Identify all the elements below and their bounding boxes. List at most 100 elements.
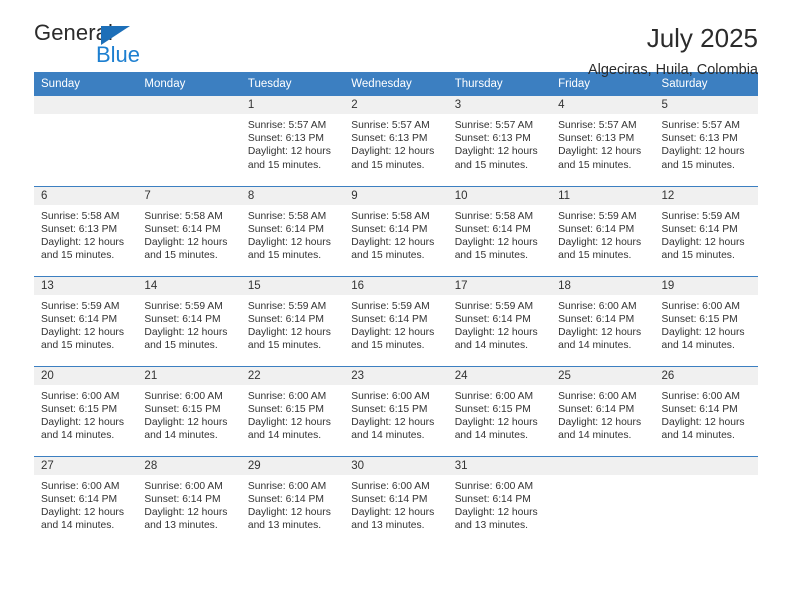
calendar-day-cell[interactable]: 8 Sunrise: 5:58 AM Sunset: 6:14 PM Daylight… xyxy=(240,185,345,276)
sunrise-text: Sunrise: 5:58 AM xyxy=(41,210,120,222)
day-details: Sunrise: 6:00 AM Sunset: 6:14 PM Daylight:… xyxy=(344,475,447,533)
daylight-text: Daylight: 12 hours xyxy=(661,416,745,428)
weekday-header-tuesday: Tuesday xyxy=(240,72,345,96)
sunrise-text: Sunrise: 6:00 AM xyxy=(41,390,120,402)
general-blue-logo: General Blue xyxy=(34,22,214,72)
daylight-text: Daylight: 12 hours xyxy=(558,416,642,428)
daylight-text: Daylight: 12 hours xyxy=(558,236,642,248)
calendar-day-cell[interactable]: 26 Sunrise: 6:00 AM Sunset: 6:14 PM Dayligh… xyxy=(654,365,758,456)
calendar-day-cell[interactable]: 20 Sunrise: 6:00 AM Sunset: 6:15 PM Dayligh… xyxy=(34,365,138,456)
day-details: Sunrise: 5:59 AM Sunset: 6:14 PM Daylight:… xyxy=(344,295,447,353)
calendar-day-cell[interactable]: 11 Sunrise: 5:59 AM Sunset: 6:14 PM Dayligh… xyxy=(551,185,655,276)
calendar-day-cell[interactable]: 14 Sunrise: 5:59 AM Sunset: 6:14 PM Dayligh… xyxy=(137,275,241,366)
calendar-day-cell[interactable]: 16 Sunrise: 5:59 AM Sunset: 6:14 PM Dayligh… xyxy=(344,275,448,366)
calendar-day-cell[interactable]: 4 Sunrise: 5:57 AM Sunset: 6:13 PM Daylight… xyxy=(551,96,655,186)
daylight-text: and 15 minutes. xyxy=(41,250,115,262)
sunset-text: Sunset: 6:14 PM xyxy=(41,493,118,505)
calendar-day-cell[interactable]: 19 Sunrise: 6:00 AM Sunset: 6:15 PM Dayligh… xyxy=(654,275,758,366)
daylight-text: and 15 minutes. xyxy=(247,340,322,352)
day-details: Sunrise: 6:00 AM Sunset: 6:15 PM Daylight:… xyxy=(34,385,137,443)
calendar-day-cell[interactable]: 2 Sunrise: 5:57 AM Sunset: 6:13 PM Daylight… xyxy=(344,96,448,186)
day-number: 25 xyxy=(551,366,655,385)
daylight-text: and 15 minutes. xyxy=(558,159,632,171)
day-number: 29 xyxy=(240,456,345,475)
daylight-text: and 15 minutes. xyxy=(41,340,115,352)
sunset-text: Sunset: 6:13 PM xyxy=(454,133,531,145)
day-details: Sunrise: 6:00 AM Sunset: 6:15 PM Daylight:… xyxy=(344,385,447,443)
day-details: Sunrise: 6:00 AM Sunset: 6:14 PM Daylight:… xyxy=(551,295,654,353)
daylight-text: Daylight: 12 hours xyxy=(351,236,435,248)
day-number: 1 xyxy=(240,96,345,114)
calendar-day-cell[interactable]: 3 Sunrise: 5:57 AM Sunset: 6:13 PM Daylight… xyxy=(447,96,552,186)
day-number: 12 xyxy=(654,186,758,205)
daylight-text: Daylight: 12 hours xyxy=(661,236,745,248)
day-details: Sunrise: 5:57 AM Sunset: 6:13 PM Daylight:… xyxy=(655,114,758,172)
calendar-day-cell[interactable]: 18 Sunrise: 6:00 AM Sunset: 6:14 PM Dayligh… xyxy=(551,275,655,366)
calendar-day-cell[interactable]: 25 Sunrise: 6:00 AM Sunset: 6:14 PM Dayligh… xyxy=(551,365,655,456)
calendar-week-row: 27 Sunrise: 6:00 AM Sunset: 6:14 PM Dayligh… xyxy=(34,455,758,546)
calendar-day-cell[interactable]: 29 Sunrise: 6:00 AM Sunset: 6:14 PM Dayligh… xyxy=(240,455,345,546)
sunrise-text: Sunrise: 6:00 AM xyxy=(351,480,430,492)
calendar-day-cell[interactable]: 13 Sunrise: 5:59 AM Sunset: 6:14 PM Dayligh… xyxy=(34,275,138,366)
daylight-text: and 14 minutes. xyxy=(558,340,632,352)
calendar-day-cell[interactable]: 10 Sunrise: 5:58 AM Sunset: 6:14 PM Dayligh… xyxy=(447,185,552,276)
day-number: 28 xyxy=(137,456,241,475)
day-details: Sunrise: 5:59 AM Sunset: 6:14 PM Daylight:… xyxy=(551,205,654,263)
day-details: Sunrise: 6:00 AM Sunset: 6:15 PM Daylight:… xyxy=(448,385,551,443)
day-details: Sunrise: 5:57 AM Sunset: 6:13 PM Daylight:… xyxy=(241,114,344,172)
daylight-text: and 15 minutes. xyxy=(144,340,218,352)
calendar-day-cell[interactable]: 6 Sunrise: 5:58 AM Sunset: 6:13 PM Daylight… xyxy=(34,185,138,276)
daylight-text: and 14 minutes. xyxy=(454,340,528,352)
calendar-day-cell[interactable]: 24 Sunrise: 6:00 AM Sunset: 6:15 PM Dayligh… xyxy=(447,365,552,456)
daylight-text: and 14 minutes. xyxy=(558,430,632,442)
day-details: Sunrise: 6:00 AM Sunset: 6:15 PM Daylight:… xyxy=(241,385,344,443)
calendar-week-row: 20 Sunrise: 6:00 AM Sunset: 6:15 PM Dayligh… xyxy=(34,365,758,456)
daylight-text: and 14 minutes. xyxy=(351,430,425,442)
calendar-day-cell[interactable]: 22 Sunrise: 6:00 AM Sunset: 6:15 PM Dayligh… xyxy=(240,365,345,456)
calendar-day-cell[interactable]: 15 Sunrise: 5:59 AM Sunset: 6:14 PM Dayligh… xyxy=(240,275,345,366)
day-details: Sunrise: 6:00 AM Sunset: 6:14 PM Daylight:… xyxy=(655,385,758,443)
day-details: Sunrise: 5:59 AM Sunset: 6:14 PM Daylight:… xyxy=(34,295,137,353)
day-number: 14 xyxy=(137,276,241,295)
calendar-day-cell-empty xyxy=(551,455,655,546)
sunrise-text: Sunrise: 5:59 AM xyxy=(558,210,637,222)
daylight-text: and 14 minutes. xyxy=(454,430,528,442)
calendar-day-cell[interactable]: 28 Sunrise: 6:00 AM Sunset: 6:14 PM Dayligh… xyxy=(137,455,241,546)
calendar-day-cell[interactable]: 12 Sunrise: 5:59 AM Sunset: 6:14 PM Dayligh… xyxy=(654,185,758,276)
day-number: 13 xyxy=(34,276,138,295)
sunrise-text: Sunrise: 5:57 AM xyxy=(247,120,327,131)
calendar-day-cell[interactable]: 9 Sunrise: 5:58 AM Sunset: 6:14 PM Daylight… xyxy=(344,185,448,276)
day-number: 26 xyxy=(654,366,758,385)
sunrise-text: Sunrise: 6:00 AM xyxy=(247,390,327,402)
day-number: 21 xyxy=(137,366,241,385)
day-number: 11 xyxy=(551,186,655,205)
calendar-day-cell[interactable]: 17 Sunrise: 5:59 AM Sunset: 6:14 PM Dayligh… xyxy=(447,275,552,366)
calendar-day-cell[interactable]: 23 Sunrise: 6:00 AM Sunset: 6:15 PM Dayligh… xyxy=(344,365,448,456)
day-details: Sunrise: 5:57 AM Sunset: 6:13 PM Daylight:… xyxy=(551,114,654,172)
calendar-day-cell[interactable]: 1 Sunrise: 5:57 AM Sunset: 6:13 PM Daylight… xyxy=(240,96,345,186)
sunset-text: Sunset: 6:13 PM xyxy=(558,133,635,145)
daylight-text: and 13 minutes. xyxy=(351,520,425,532)
calendar-day-cell[interactable]: 31 Sunrise: 6:00 AM Sunset: 6:14 PM Dayligh… xyxy=(447,455,552,546)
calendar-day-cell[interactable]: 27 Sunrise: 6:00 AM Sunset: 6:14 PM Dayligh… xyxy=(34,455,138,546)
daylight-text: and 13 minutes. xyxy=(144,520,218,532)
daylight-text: Daylight: 12 hours xyxy=(41,416,124,428)
sunset-text: Sunset: 6:14 PM xyxy=(41,313,118,325)
title-block: July 2025 Algeciras, Huila, Colombia xyxy=(588,22,758,78)
calendar-day-cell[interactable]: 7 Sunrise: 5:58 AM Sunset: 6:14 PM Daylight… xyxy=(137,185,241,276)
sunset-text: Sunset: 6:15 PM xyxy=(351,403,428,415)
calendar-day-cell[interactable]: 21 Sunrise: 6:00 AM Sunset: 6:15 PM Dayligh… xyxy=(137,365,241,456)
calendar-day-cell[interactable]: 5 Sunrise: 5:57 AM Sunset: 6:13 PM Daylight… xyxy=(654,96,758,186)
calendar-day-cell[interactable]: 30 Sunrise: 6:00 AM Sunset: 6:14 PM Dayligh… xyxy=(344,455,448,546)
day-number: 27 xyxy=(34,456,138,475)
page-title: July 2025 xyxy=(646,23,758,53)
weekday-header-sunday: Sunday xyxy=(34,72,138,96)
weekday-header-thursday: Thursday xyxy=(447,72,552,96)
daylight-text: and 14 minutes. xyxy=(41,520,115,532)
daylight-text: Daylight: 12 hours xyxy=(41,506,124,518)
daylight-text: Daylight: 12 hours xyxy=(247,146,331,158)
daylight-text: Daylight: 12 hours xyxy=(351,326,435,338)
day-number: 2 xyxy=(344,96,448,114)
day-details: Sunrise: 5:59 AM Sunset: 6:14 PM Daylight:… xyxy=(241,295,344,353)
sunset-text: Sunset: 6:14 PM xyxy=(454,493,531,505)
